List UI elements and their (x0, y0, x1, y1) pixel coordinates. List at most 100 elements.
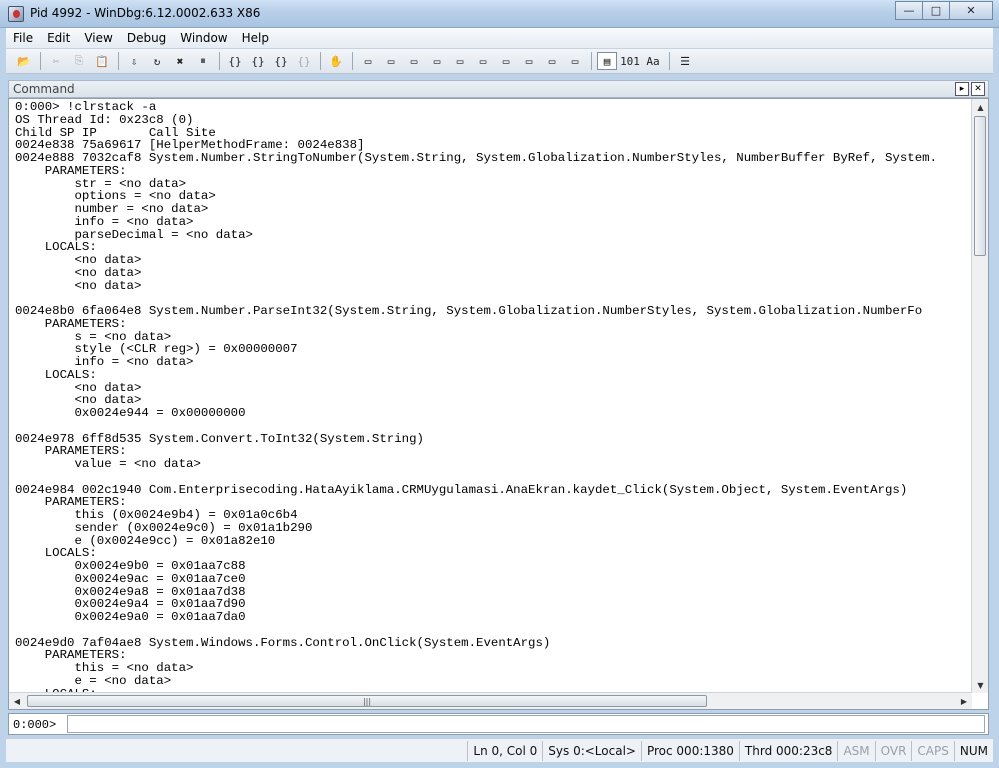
output-line: 0024e8b0 6fa064e8 System.Number.ParseInt… (15, 304, 923, 318)
output-line: PARAMETERS: (15, 316, 127, 331)
toolbar-separator (320, 52, 321, 70)
command-prompt: 0:000> (13, 718, 57, 732)
scroll-down-icon[interactable]: ▼ (972, 677, 989, 693)
scroll-right-icon[interactable]: ▶ (956, 693, 972, 710)
command-window-title: Command (13, 82, 75, 96)
output-line: value = <no data> (15, 457, 201, 471)
step-into-icon[interactable]: {} (225, 52, 245, 70)
output-line: info = <no data> (15, 214, 194, 229)
output-line: 0x0024e944 = 0x00000000 (15, 406, 246, 420)
vertical-scroll-thumb[interactable] (974, 116, 986, 256)
horizontal-scrollbar[interactable]: ◀ ||| ▶ (9, 692, 972, 709)
command-window-close-icon[interactable]: ✕ (971, 82, 985, 96)
horizontal-scroll-thumb[interactable]: ||| (27, 695, 707, 707)
close-button[interactable]: ✕ (949, 1, 993, 20)
output-line: LOCALS: (15, 367, 97, 382)
callstack-window-icon[interactable]: ▭ (473, 52, 493, 70)
toolbar-separator (40, 52, 41, 70)
status-num: NUM (953, 741, 993, 761)
output-line: 0024e888 7032caf8 System.Number.StringTo… (15, 151, 938, 165)
output-line: LOCALS: (15, 240, 97, 255)
menu-bar: File Edit View Debug Window Help (6, 28, 993, 49)
watch-window-icon[interactable]: ▭ (381, 52, 401, 70)
title-bar[interactable]: Pid 4992 - WinDbg:6.12.0002.633 X86 — □ … (0, 0, 999, 28)
output-line: 0x0024e9b0 = 0x01aa7c88 (15, 559, 246, 573)
menu-debug[interactable]: Debug (120, 31, 173, 45)
output-line: e = <no data> (15, 673, 172, 688)
output-line: 0024e978 6ff8d535 System.Convert.ToInt32… (15, 431, 424, 446)
toolbar-separator (352, 52, 353, 70)
cut-icon[interactable]: ✂ (46, 52, 66, 70)
memory-window-icon[interactable]: ▭ (450, 52, 470, 70)
maximize-button[interactable]: □ (922, 1, 950, 20)
status-caps: CAPS (911, 741, 953, 761)
open-icon[interactable]: 📂 (14, 52, 34, 70)
disassembly-window-icon[interactable]: ▭ (496, 52, 516, 70)
command-output-text: 0:000> !clrstack -a OS Thread Id: 0x23c8 … (15, 101, 965, 693)
vertical-scrollbar[interactable]: ▲ ▼ (971, 99, 988, 693)
processes-threads-icon[interactable]: ▭ (542, 52, 562, 70)
menu-edit[interactable]: Edit (40, 31, 77, 45)
command-window-menu-icon[interactable]: ▸ (955, 82, 969, 96)
hand-icon[interactable]: ✋ (326, 52, 346, 70)
toolbar: 📂 ✂ ⎘ 📋 ⇩ ↻ ✖ ⏸{}{}{}{} ✋ ▭ ▭ ▭ ▭ ▭ ▭ ▭ ▭ ▭ ▭ ▤ 101 Aa ☰ (6, 49, 993, 74)
options-icon[interactable]: ☰ (675, 52, 695, 70)
minimize-button[interactable]: — (895, 1, 923, 20)
font-icon[interactable]: Aa (643, 52, 663, 70)
output-line: PARAMETERS: (15, 163, 127, 178)
break-icon[interactable]: ⏸ (193, 52, 213, 70)
output-line: 0024e984 002c1940 Com.Enterprisecoding.H… (15, 482, 908, 497)
output-line: 0x0024e9ac = 0x01aa7ce0 (15, 571, 246, 586)
scratch-pad-icon[interactable]: ▭ (519, 52, 539, 70)
status-line-col: Ln 0, Col 0 (467, 741, 542, 761)
output-line: e (0x0024e9cc) = 0x01a82e10 (15, 533, 276, 548)
menu-file[interactable]: File (6, 31, 40, 45)
output-line: <no data> (15, 278, 142, 293)
source-mode-icon[interactable]: ▭ (565, 52, 585, 70)
output-line: OS Thread Id: 0x23c8 (0) (15, 112, 194, 127)
go-icon[interactable]: ⇩ (124, 52, 144, 70)
step-out-icon[interactable]: {} (271, 52, 291, 70)
status-thrd: Thrd 000:23c8 (738, 741, 838, 761)
toolbar-separator (118, 52, 119, 70)
menu-view[interactable]: View (77, 31, 119, 45)
toolbar-separator (219, 52, 220, 70)
paste-icon[interactable]: 📋 (92, 52, 112, 70)
output-line: sender (0x0024e9c0) = 0x01a1b290 (15, 520, 313, 535)
registers-window-icon[interactable]: ▭ (427, 52, 447, 70)
menu-help[interactable]: Help (235, 31, 276, 45)
windbg-app-icon[interactable] (8, 6, 24, 22)
status-asm: ASM (837, 741, 874, 761)
locals-window-icon[interactable]: ▭ (404, 52, 424, 70)
scroll-up-icon[interactable]: ▲ (972, 99, 989, 115)
command-output-pane[interactable]: 0:000> !clrstack -a OS Thread Id: 0x23c8 … (8, 98, 989, 710)
toolbar-separator (591, 52, 592, 70)
window-title: Pid 4992 - WinDbg:6.12.0002.633 X86 (30, 6, 261, 20)
restart-icon[interactable]: ↻ (147, 52, 167, 70)
toolbar-separator (669, 52, 670, 70)
status-ovr: OVR (874, 741, 912, 761)
output-line: number = <no data> (15, 202, 209, 216)
output-line: parseDecimal = <no data> (15, 227, 253, 242)
output-line: 0x0024e9a0 = 0x01aa7da0 (15, 610, 246, 624)
command-input-row: 0:000> (8, 713, 989, 735)
output-line: 0:000> !clrstack -a (15, 101, 157, 114)
command-window-icon[interactable]: ▭ (358, 52, 378, 70)
output-line: <no data> (15, 380, 142, 395)
step-over-icon[interactable]: {} (248, 52, 268, 70)
status-bar: Ln 0, Col 0 Sys 0:<Local> Proc 000:1380 Thr… (6, 738, 993, 762)
menu-window[interactable]: Window (173, 31, 234, 45)
output-line: this = <no data> (15, 661, 194, 675)
output-line: <no data> (15, 265, 142, 280)
copy-icon[interactable]: ⎘ (69, 52, 89, 70)
stop-debugging-icon[interactable]: ✖ (170, 52, 190, 70)
source-mode-toggle-icon[interactable]: ▤ (597, 52, 617, 70)
command-input[interactable] (67, 715, 985, 733)
scroll-left-icon[interactable]: ◀ (9, 693, 25, 710)
run-to-cursor-icon[interactable]: {} (294, 52, 314, 70)
output-line: <no data> (15, 253, 142, 267)
hex-display-icon[interactable]: 101 (620, 52, 640, 70)
output-line: 0024e9d0 7af04ae8 System.Windows.Forms.C… (15, 635, 551, 650)
